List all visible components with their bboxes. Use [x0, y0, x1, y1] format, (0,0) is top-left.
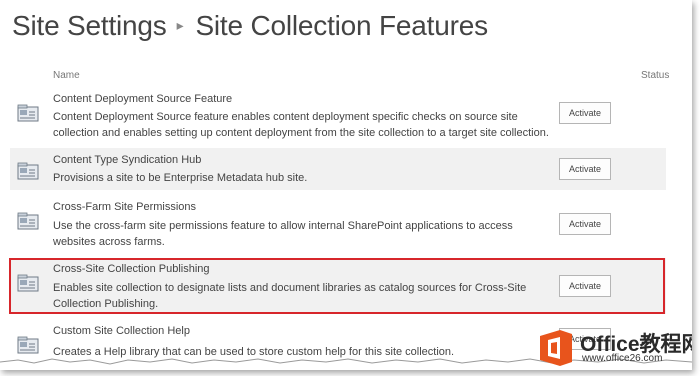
activate-button[interactable]: Activate [559, 275, 611, 297]
watermark-url: www.office26.com [582, 353, 663, 364]
page-title: Site Settings ▸ Site Collection Features [12, 10, 488, 42]
breadcrumb-current: Site Collection Features [195, 10, 488, 41]
feature-name: Content Deployment Source Feature [53, 93, 233, 105]
activate-button[interactable]: Activate [559, 158, 611, 180]
feature-description: Content Deployment Source feature enable… [53, 111, 549, 139]
office-logo-icon [540, 330, 572, 366]
feature-description: Provisions a site to be Enterprise Metad… [53, 172, 308, 184]
feature-icon [17, 212, 39, 230]
feature-row-content-deployment-source: Content Deployment Source Feature Conten… [10, 88, 666, 142]
activate-button[interactable]: Activate [559, 213, 611, 235]
column-header-status: Status [641, 70, 670, 81]
feature-name: Content Type Syndication Hub [53, 154, 202, 166]
watermark: Office教程网 www.office26.com [534, 326, 692, 370]
feature-name: Cross-Site Collection Publishing [53, 263, 210, 275]
feature-row-cross-site-collection-publishing: Cross-Site Collection Publishing Enables… [10, 258, 666, 314]
breadcrumb-root[interactable]: Site Settings [12, 10, 167, 41]
feature-description: Use the cross-farm site permissions feat… [53, 220, 513, 248]
page-frame: Site Settings ▸ Site Collection Features N… [0, 0, 692, 370]
feature-icon [17, 162, 39, 180]
column-header-name[interactable]: Name [53, 70, 80, 81]
feature-row-content-type-syndication-hub: Content Type Syndication Hub Provisions … [10, 148, 666, 190]
feature-name: Custom Site Collection Help [53, 325, 190, 337]
feature-row-cross-farm-site-permissions: Cross-Farm Site Permissions Use the cros… [10, 196, 666, 252]
breadcrumb-separator-icon: ▸ [176, 17, 184, 33]
activate-button[interactable]: Activate [559, 102, 611, 124]
feature-name: Cross-Farm Site Permissions [53, 201, 197, 213]
feature-icon [17, 274, 39, 292]
feature-icon [17, 104, 39, 122]
feature-description: Enables site collection to designate lis… [53, 282, 527, 310]
